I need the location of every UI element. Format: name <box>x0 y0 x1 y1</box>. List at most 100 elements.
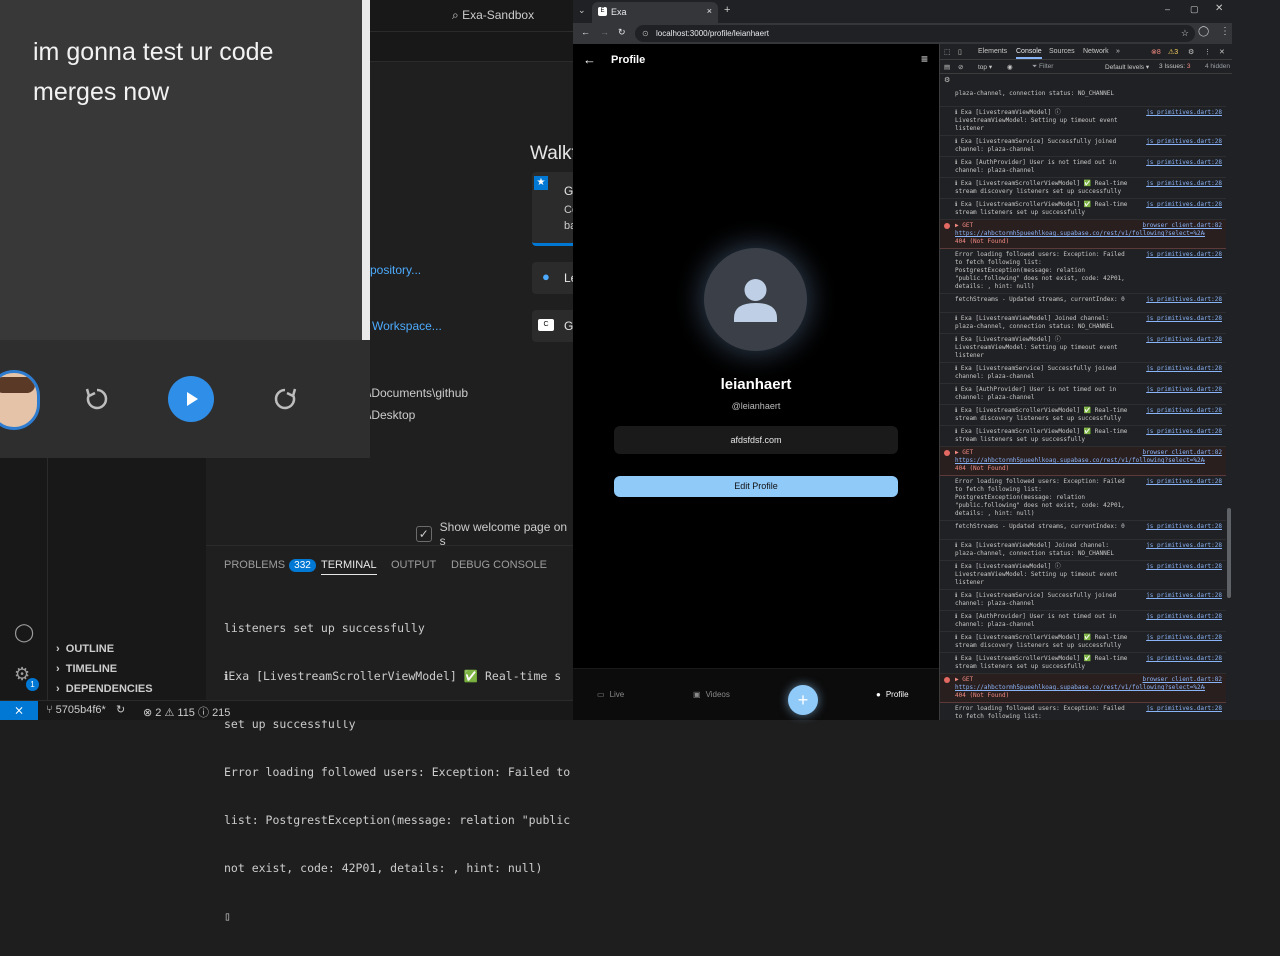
kebab-menu-icon[interactable]: ⋮ <box>1204 48 1211 56</box>
console-log-entry[interactable]: ℹ Exa [LivestreamViewModel] ⓘ Livestream… <box>940 334 1226 363</box>
section-dependencies[interactable]: › DEPENDENCIES <box>56 683 153 695</box>
source-link[interactable]: js_primitives.dart:28 <box>1146 296 1222 304</box>
source-link[interactable]: js_primitives.dart:28 <box>1146 159 1222 167</box>
source-link[interactable]: js_primitives.dart:28 <box>1146 428 1222 436</box>
source-link[interactable]: js_primitives.dart:28 <box>1146 655 1222 663</box>
tab-debug-console[interactable]: DEBUG CONSOLE <box>451 559 547 571</box>
console-error-entry[interactable]: ▶ GET https://ahbctormh5pueehlkoag.supaba… <box>940 674 1226 703</box>
settings-gear-icon[interactable]: ⚙ <box>1188 48 1194 56</box>
console-log-entry[interactable]: fetchStreams - Updated streams, currentI… <box>940 294 1226 313</box>
source-link[interactable]: js_primitives.dart:28 <box>1146 407 1222 415</box>
source-link[interactable]: js_primitives.dart:28 <box>1146 563 1222 571</box>
context-selector[interactable]: top ▾ <box>978 63 992 71</box>
source-link[interactable]: js_primitives.dart:28 <box>1146 634 1222 642</box>
more-tabs-icon[interactable]: » <box>1116 48 1120 55</box>
tab-console[interactable]: Console <box>1016 48 1042 59</box>
forward-icon[interactable] <box>262 376 308 422</box>
new-tab-icon[interactable]: + <box>724 4 730 16</box>
console-log-entry[interactable]: ℹ Exa [LivestreamViewModel] ⓘ Livestream… <box>940 107 1226 136</box>
console-log-entry[interactable]: ℹ Exa [LivestreamViewModel] Joined chann… <box>940 540 1226 561</box>
source-link[interactable]: js_primitives.dart:28 <box>1146 251 1222 259</box>
source-link[interactable]: js_primitives.dart:28 <box>1146 523 1222 531</box>
clear-console-icon[interactable]: ⊘ <box>958 63 963 71</box>
request-url-link[interactable]: https://ahbctormh5pueehlkoag.supabase.co… <box>955 457 1205 465</box>
bookmark-star-icon[interactable]: ☆ <box>1181 25 1189 42</box>
console-log-entry[interactable]: ℹ Exa [LivestreamService] Successfully j… <box>940 363 1226 384</box>
filter-input[interactable]: ⏷ Filter <box>1032 63 1053 71</box>
console-log-entry[interactable]: ℹ Exa [LivestreamScrollerViewModel] ✅ Re… <box>940 178 1226 199</box>
nav-profile[interactable]: ● Profile <box>876 690 909 699</box>
console-log-entry[interactable]: ℹ Exa [LivestreamScrollerViewModel] ✅ Re… <box>940 653 1226 674</box>
console-log-entry[interactable]: ℹ Exa [LivestreamScrollerViewModel] ✅ Re… <box>940 405 1226 426</box>
problems-status[interactable]: ⊗ 2 ⚠ 115 ⓘ 215 <box>143 704 230 720</box>
tab-output[interactable]: OUTPUT <box>391 559 436 571</box>
maximize-icon[interactable]: ▢ <box>1190 4 1199 15</box>
console-log-entry[interactable]: fetchStreams - Updated streams, currentI… <box>940 521 1226 540</box>
account-icon[interactable]: ◯ <box>14 622 34 643</box>
console-settings-icon[interactable]: ⚙ <box>944 76 950 84</box>
source-link[interactable]: js_primitives.dart:28 <box>1146 201 1222 209</box>
console-log-entry[interactable]: Error loading followed users: Exception:… <box>940 476 1226 521</box>
source-link[interactable]: browser_client.dart:82 <box>1143 449 1222 457</box>
console-log-entry[interactable]: ℹ Exa [LivestreamService] Successfully j… <box>940 590 1226 611</box>
console-log-entry[interactable]: ℹ Exa [LivestreamService] Successfully j… <box>940 136 1226 157</box>
inspect-icon[interactable]: ⬚ <box>944 48 951 56</box>
console-log-entry[interactable]: Error loading followed users: Exception:… <box>940 249 1226 294</box>
browser-tab[interactable]: E Exa × <box>592 2 718 23</box>
section-timeline[interactable]: › TIMELINE <box>56 663 117 675</box>
note-scrollbar[interactable] <box>362 0 370 340</box>
reload-icon[interactable]: ↻ <box>618 27 626 38</box>
chrome-menu-icon[interactable]: ⋮ <box>1220 26 1230 37</box>
source-link[interactable]: js_primitives.dart:28 <box>1146 705 1222 713</box>
source-link[interactable]: js_primitives.dart:28 <box>1146 336 1222 344</box>
console-log-entry[interactable]: ℹ Exa [LivestreamViewModel] ⓘ Livestream… <box>940 561 1226 590</box>
source-link[interactable]: js_primitives.dart:28 <box>1146 365 1222 373</box>
console-log[interactable]: plaza-channel, connection status: NO_CHA… <box>940 88 1226 720</box>
source-link[interactable]: js_primitives.dart:28 <box>1146 613 1222 621</box>
console-log-entry[interactable]: ℹ Exa [LivestreamScrollerViewModel] ✅ Re… <box>940 199 1226 220</box>
remote-indicator-icon[interactable]: ⨯ <box>0 701 38 720</box>
tab-sources[interactable]: Sources <box>1049 48 1075 55</box>
console-log-entry[interactable]: ℹ Exa [AuthProvider] User is not timed o… <box>940 384 1226 405</box>
tab-terminal[interactable]: TERMINAL <box>321 559 377 575</box>
console-log-entry[interactable]: ℹ Exa [AuthProvider] User is not timed o… <box>940 157 1226 178</box>
source-link[interactable]: js_primitives.dart:28 <box>1146 109 1222 117</box>
source-link[interactable]: browser_client.dart:82 <box>1143 222 1222 230</box>
tab-search-icon[interactable]: ⌄ <box>578 5 586 16</box>
scrollbar-thumb[interactable] <box>1227 508 1231 598</box>
open-workspace-link[interactable]: Workspace... <box>372 319 442 333</box>
console-log-entry[interactable]: Error loading followed users: Exception:… <box>940 703 1226 720</box>
nav-videos[interactable]: ▣ Videos <box>693 690 730 699</box>
site-info-icon[interactable]: ⊙ <box>642 25 649 42</box>
menu-icon[interactable]: ≡ <box>921 52 928 66</box>
tab-network[interactable]: Network <box>1083 48 1109 55</box>
console-log-entry[interactable]: ℹ Exa [AuthProvider] User is not timed o… <box>940 611 1226 632</box>
close-tab-icon[interactable]: × <box>707 6 712 16</box>
terminal-output[interactable]: listeners set up successfully ℹExa [Live… <box>224 588 573 956</box>
section-outline[interactable]: › OUTLINE <box>56 643 114 655</box>
command-center-search[interactable]: ⌕ Exa-Sandbox <box>452 8 534 23</box>
forward-nav-icon[interactable]: → <box>600 27 609 37</box>
address-bar[interactable]: ⊙ localhost:3000/profile/leianhaert ☆ <box>635 25 1195 42</box>
source-link[interactable]: js_primitives.dart:28 <box>1146 478 1222 486</box>
issues-counter[interactable]: 3 Issues: 3 <box>1159 63 1190 70</box>
recent-path-2[interactable]: \Desktop <box>368 408 415 422</box>
console-error-entry[interactable]: ▶ GET https://ahbctormh5pueehlkoag.supaba… <box>940 447 1226 476</box>
request-url-link[interactable]: https://ahbctormh5pueehlkoag.supabase.co… <box>955 230 1205 238</box>
source-link[interactable]: js_primitives.dart:28 <box>1146 592 1222 600</box>
request-url-link[interactable]: https://ahbctormh5pueehlkoag.supabase.co… <box>955 684 1205 692</box>
edit-profile-button[interactable]: Edit Profile <box>614 476 898 497</box>
rewind-icon[interactable] <box>74 376 120 422</box>
sticky-note[interactable]: im gonna test ur code merges now <box>0 0 363 340</box>
tab-elements[interactable]: Elements <box>978 48 1007 55</box>
back-arrow-icon[interactable]: ← <box>583 52 596 67</box>
sidebar-toggle-icon[interactable]: ▤ <box>944 63 950 71</box>
show-welcome-checkbox[interactable]: ✓ Show welcome page on s <box>416 520 573 548</box>
source-link[interactable]: js_primitives.dart:28 <box>1146 542 1222 550</box>
note-text[interactable]: im gonna test ur code merges now <box>33 32 353 112</box>
source-link[interactable]: js_primitives.dart:28 <box>1146 180 1222 188</box>
source-link[interactable]: js_primitives.dart:28 <box>1146 315 1222 323</box>
profile-icon[interactable]: ◯ <box>1198 26 1209 37</box>
console-log-entry[interactable]: ℹ Exa [LivestreamScrollerViewModel] ✅ Re… <box>940 632 1226 653</box>
nav-live[interactable]: ▭ Live <box>597 690 624 699</box>
